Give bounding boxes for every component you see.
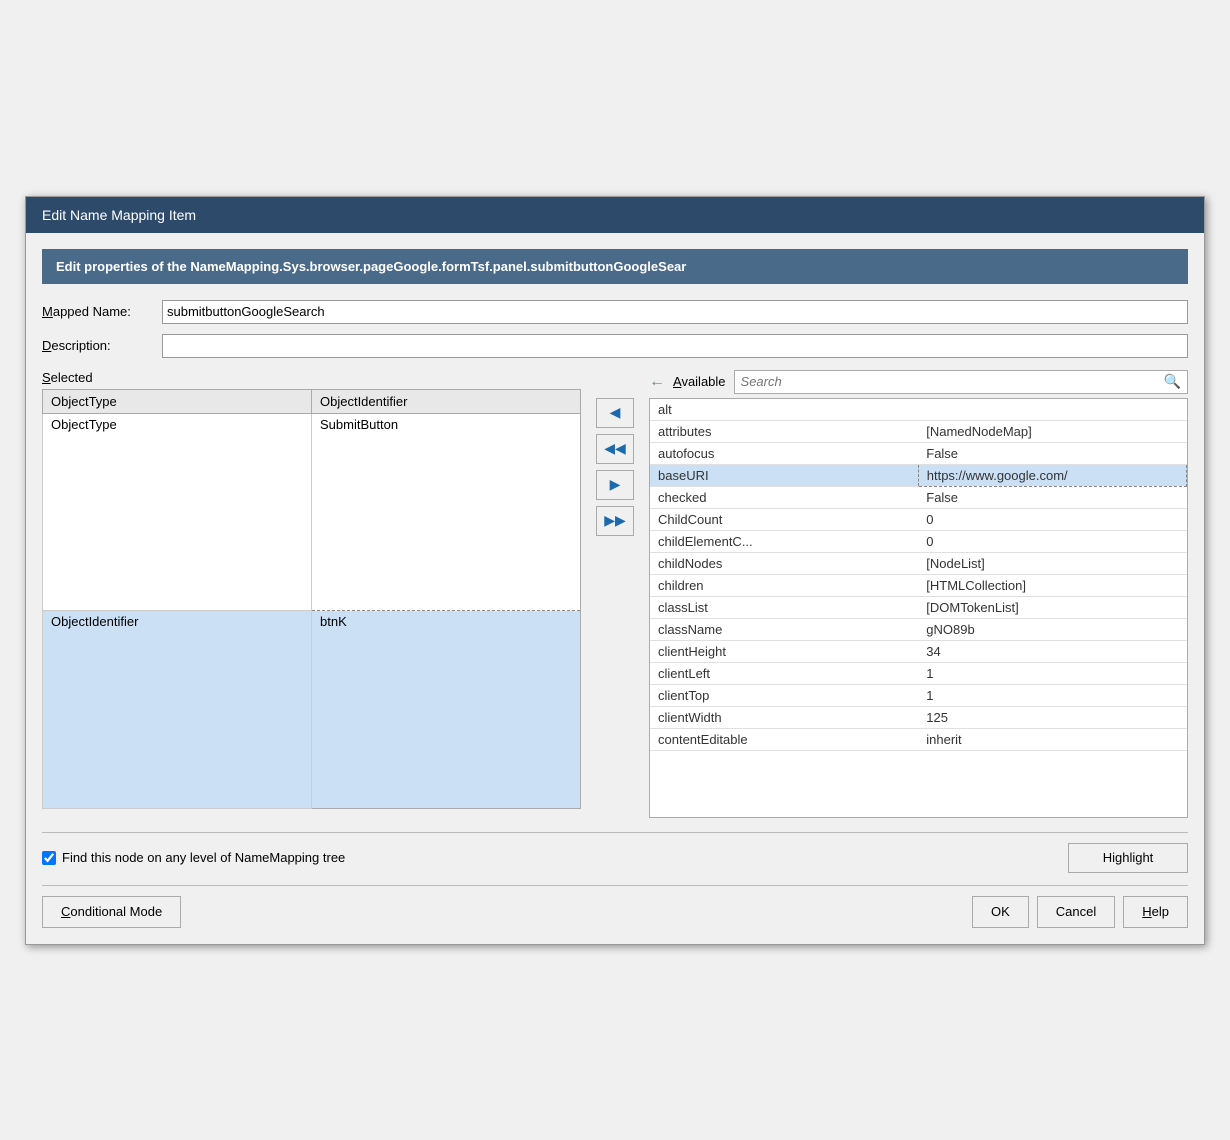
available-property: ChildCount <box>650 508 918 530</box>
find-left: Find this node on any level of NameMappi… <box>42 850 345 865</box>
selected-col1-header: ObjectType <box>43 389 312 413</box>
available-property: autofocus <box>650 442 918 464</box>
available-panel: ← Available 🔍 altattributes[NamedNodeMap… <box>649 370 1188 818</box>
description-label: Description: <box>42 338 162 353</box>
table-row[interactable]: clientLeft1 <box>650 662 1187 684</box>
available-value: 1 <box>918 662 1186 684</box>
available-property: clientWidth <box>650 706 918 728</box>
description-input[interactable] <box>162 334 1188 358</box>
table-row[interactable]: ObjectIdentifierbtnK <box>43 611 581 809</box>
mapped-name-row: Mapped Name: <box>42 300 1188 324</box>
back-arrow-icon: ← <box>649 373 665 391</box>
move-left-button[interactable]: ◀ <box>596 398 634 428</box>
available-property: childElementC... <box>650 530 918 552</box>
ok-button[interactable]: OK <box>972 896 1029 928</box>
table-row[interactable]: childNodes[NodeList] <box>650 552 1187 574</box>
main-area: Selected ObjectType ObjectIdentifier Obj… <box>42 370 1188 818</box>
available-property: attributes <box>650 420 918 442</box>
available-property: childNodes <box>650 552 918 574</box>
table-row[interactable]: ObjectTypeSubmitButton <box>43 413 581 611</box>
available-property: className <box>650 618 918 640</box>
available-value: [NamedNodeMap] <box>918 420 1186 442</box>
available-property: classList <box>650 596 918 618</box>
available-value: 1 <box>918 684 1186 706</box>
table-row[interactable]: children[HTMLCollection] <box>650 574 1187 596</box>
available-property: children <box>650 574 918 596</box>
selected-panel: Selected ObjectType ObjectIdentifier Obj… <box>42 370 581 818</box>
transfer-buttons: ◀ ◀◀ ▶ ▶▶ <box>589 370 641 818</box>
available-header: ← Available 🔍 <box>649 370 1188 394</box>
available-value: [DOMTokenList] <box>918 596 1186 618</box>
table-row[interactable]: attributes[NamedNodeMap] <box>650 420 1187 442</box>
find-node-label: Find this node on any level of NameMappi… <box>62 850 345 865</box>
table-row[interactable]: checkedFalse <box>650 486 1187 508</box>
table-row[interactable]: clientHeight34 <box>650 640 1187 662</box>
selected-cell-col1: ObjectType <box>43 413 312 611</box>
search-wrapper: 🔍 <box>734 370 1188 394</box>
available-value: False <box>918 486 1186 508</box>
move-right-button[interactable]: ▶ <box>596 470 634 500</box>
selected-cell-col2: btnK <box>312 611 581 809</box>
info-banner: Edit properties of the NameMapping.Sys.b… <box>42 249 1188 284</box>
action-right: OK Cancel Help <box>972 896 1188 928</box>
table-row[interactable]: clientTop1 <box>650 684 1187 706</box>
table-row[interactable]: contentEditableinherit <box>650 728 1187 750</box>
mapped-name-label: Mapped Name: <box>42 304 162 319</box>
action-left: Conditional Mode <box>42 896 181 928</box>
mapped-name-input[interactable] <box>162 300 1188 324</box>
available-table[interactable]: altattributes[NamedNodeMap]autofocusFals… <box>649 398 1188 818</box>
help-button[interactable]: Help <box>1123 896 1188 928</box>
selected-cell-col1: ObjectIdentifier <box>43 611 312 809</box>
search-input[interactable] <box>735 372 1158 391</box>
available-property: contentEditable <box>650 728 918 750</box>
table-row[interactable]: classNamegNO89b <box>650 618 1187 640</box>
available-value: inherit <box>918 728 1186 750</box>
table-row[interactable]: ChildCount0 <box>650 508 1187 530</box>
available-property: clientTop <box>650 684 918 706</box>
selected-label: Selected <box>42 370 581 385</box>
find-node-checkbox[interactable] <box>42 851 56 865</box>
search-icon: 🔍 <box>1158 373 1187 390</box>
move-left-all-button[interactable]: ◀◀ <box>596 434 634 464</box>
selected-cell-col2: SubmitButton <box>312 413 581 611</box>
table-row[interactable]: classList[DOMTokenList] <box>650 596 1187 618</box>
highlight-button[interactable]: Highlight <box>1068 843 1188 873</box>
description-row: Description: <box>42 334 1188 358</box>
available-value: 34 <box>918 640 1186 662</box>
available-value: gNO89b <box>918 618 1186 640</box>
divider <box>42 885 1188 886</box>
available-property: baseURI <box>650 464 918 486</box>
selected-table: ObjectType ObjectIdentifier ObjectTypeSu… <box>42 389 581 809</box>
available-value: [HTMLCollection] <box>918 574 1186 596</box>
bottom-area: Find this node on any level of NameMappi… <box>42 832 1188 928</box>
find-row: Find this node on any level of NameMappi… <box>42 843 1188 873</box>
available-value: False <box>918 442 1186 464</box>
selected-col2-header: ObjectIdentifier <box>312 389 581 413</box>
available-property: checked <box>650 486 918 508</box>
available-value: 0 <box>918 508 1186 530</box>
move-right-all-button[interactable]: ▶▶ <box>596 506 634 536</box>
available-property: alt <box>650 399 918 421</box>
available-property: clientHeight <box>650 640 918 662</box>
available-value: [NodeList] <box>918 552 1186 574</box>
cancel-button[interactable]: Cancel <box>1037 896 1115 928</box>
available-value <box>918 399 1186 421</box>
dialog-title: Edit Name Mapping Item <box>26 197 1204 233</box>
available-label: Available <box>673 374 726 389</box>
action-row: Conditional Mode OK Cancel Help <box>42 896 1188 928</box>
table-row[interactable]: childElementC...0 <box>650 530 1187 552</box>
available-value: https://www.google.com/ <box>918 464 1186 486</box>
available-property: clientLeft <box>650 662 918 684</box>
table-row[interactable]: clientWidth125 <box>650 706 1187 728</box>
conditional-mode-button[interactable]: Conditional Mode <box>42 896 181 928</box>
table-row[interactable]: baseURIhttps://www.google.com/ <box>650 464 1187 486</box>
edit-name-mapping-dialog: Edit Name Mapping Item Edit properties o… <box>25 196 1205 945</box>
table-row[interactable]: alt <box>650 399 1187 421</box>
available-value: 0 <box>918 530 1186 552</box>
available-value: 125 <box>918 706 1186 728</box>
table-row[interactable]: autofocusFalse <box>650 442 1187 464</box>
